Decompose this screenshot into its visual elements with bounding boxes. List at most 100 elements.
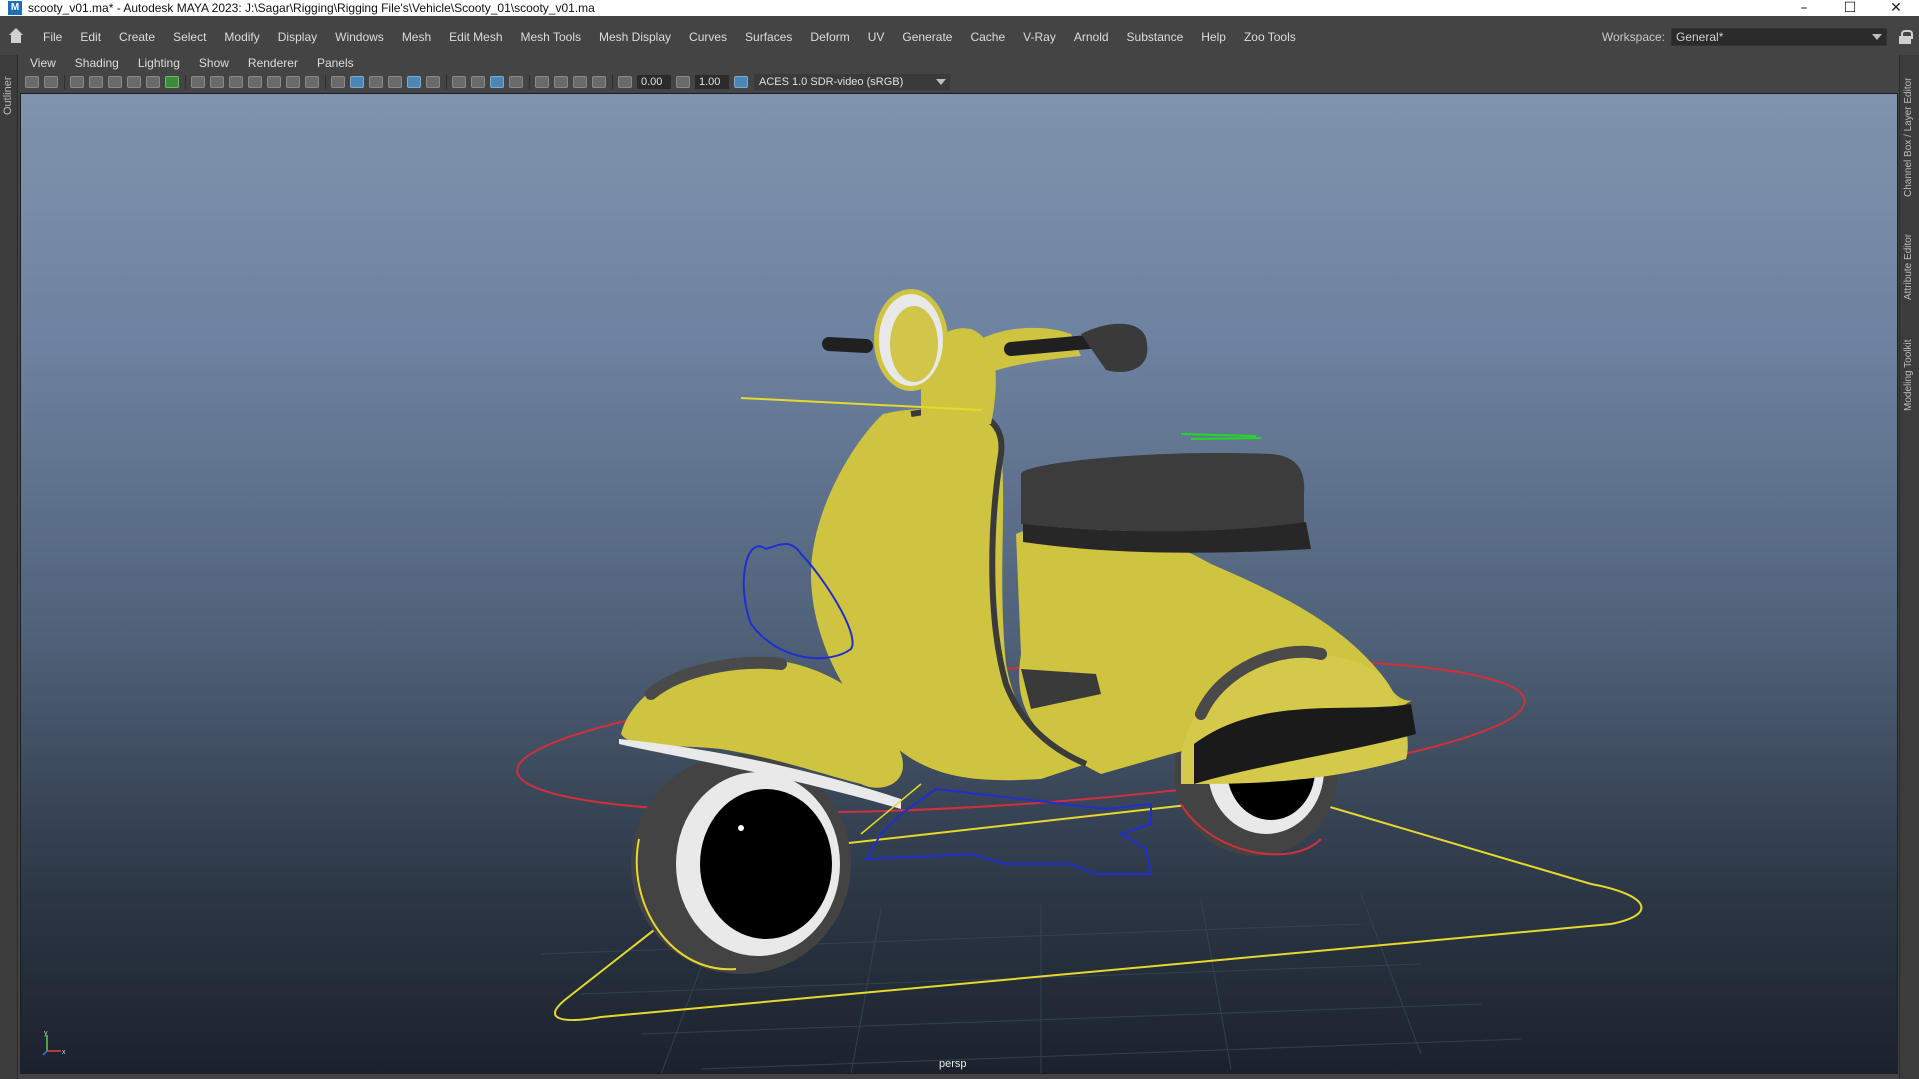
left-handle-grip[interactable]	[822, 337, 873, 353]
chevron-down-icon	[1872, 34, 1882, 40]
grid-line	[1360, 893, 1422, 1055]
motion-blur-icon[interactable]	[573, 76, 587, 88]
camera-name-label: persp	[939, 1058, 967, 1070]
exposure-icon[interactable]	[618, 76, 632, 88]
toolbar-separator	[185, 75, 186, 89]
xray-icon[interactable]	[452, 76, 466, 88]
image-plane-icon[interactable]	[108, 76, 122, 88]
grid-icon[interactable]	[191, 76, 205, 88]
view-axis-gizmo: y x	[39, 1029, 69, 1059]
safe-action-icon[interactable]	[286, 76, 300, 88]
window-title: scooty_v01.ma* - Autodesk MAYA 2023: J:\…	[28, 1, 595, 15]
menu-modify[interactable]: Modify	[215, 30, 268, 44]
ambient-occlusion-icon[interactable]	[554, 76, 568, 88]
2d-pan-zoom-icon[interactable]	[127, 76, 141, 88]
menu-mesh-display[interactable]: Mesh Display	[590, 30, 680, 44]
smooth-shade-icon[interactable]	[350, 76, 364, 88]
menu-generate[interactable]: Generate	[893, 30, 961, 44]
panel-menu-lighting[interactable]: Lighting	[128, 56, 189, 70]
menu-zoo-tools[interactable]: Zoo Tools	[1235, 30, 1305, 44]
resolution-gate-icon[interactable]	[229, 76, 243, 88]
panel-menu-view[interactable]: View	[20, 56, 65, 70]
isolate-select-icon[interactable]	[490, 76, 504, 88]
toolbar-separator	[612, 75, 613, 89]
grid-line	[700, 1038, 1522, 1070]
modeling-toolkit-tab[interactable]: Modeling Toolkit	[1903, 339, 1914, 411]
attribute-editor-tab[interactable]: Attribute Editor	[1903, 234, 1914, 300]
menu-vray[interactable]: V-Ray	[1014, 30, 1065, 44]
menu-windows[interactable]: Windows	[326, 30, 393, 44]
lock-camera-icon[interactable]	[44, 76, 58, 88]
home-icon[interactable]	[7, 28, 25, 46]
left-side-strip: Outliner	[0, 55, 18, 1079]
film-gate-icon[interactable]	[210, 76, 224, 88]
grease-pencil-active-icon[interactable]	[165, 76, 179, 88]
grid-line	[1200, 898, 1232, 1070]
grease-pencil-icon[interactable]	[146, 76, 160, 88]
seat[interactable]	[1021, 453, 1305, 532]
gamma-field[interactable]: 1.00	[695, 75, 729, 89]
camera-attributes-icon[interactable]	[70, 76, 84, 88]
close-button[interactable]: ✕	[1873, 0, 1919, 16]
gate-mask-icon[interactable]	[248, 76, 262, 88]
menu-surfaces[interactable]: Surfaces	[736, 30, 801, 44]
xray-joints-icon[interactable]	[471, 76, 485, 88]
gamma-icon[interactable]	[676, 76, 690, 88]
menu-arnold[interactable]: Arnold	[1065, 30, 1118, 44]
panel-menu-shading[interactable]: Shading	[65, 56, 128, 70]
menu-file[interactable]: File	[34, 30, 71, 44]
menu-help[interactable]: Help	[1192, 30, 1235, 44]
menu-mesh[interactable]: Mesh	[393, 30, 440, 44]
menu-substance[interactable]: Substance	[1118, 30, 1193, 44]
minimize-button[interactable]: –	[1781, 0, 1827, 16]
field-chart-icon[interactable]	[267, 76, 281, 88]
channel-box-tab[interactable]: Channel Box / Layer Editor	[1903, 77, 1914, 197]
front-hub	[700, 789, 832, 939]
exposure-field[interactable]: 0.00	[637, 75, 671, 89]
color-management-icon[interactable]	[734, 76, 748, 88]
bookmark-icon[interactable]	[89, 76, 103, 88]
seat-controller-curve[interactable]	[1180, 433, 1262, 440]
menu-mesh-tools[interactable]: Mesh Tools	[512, 30, 590, 44]
menu-edit-mesh[interactable]: Edit Mesh	[440, 30, 511, 44]
select-camera-icon[interactable]	[25, 76, 39, 88]
wireframe-on-shaded-icon[interactable]	[369, 76, 383, 88]
safe-title-icon[interactable]	[305, 76, 319, 88]
backface-culling-icon[interactable]	[509, 76, 523, 88]
textured-icon[interactable]	[388, 76, 402, 88]
maximize-button[interactable]: ☐	[1827, 0, 1873, 16]
axis-icon: y x	[42, 1030, 66, 1056]
chevron-down-icon	[936, 79, 946, 85]
front-wheel[interactable]	[631, 754, 851, 974]
select-tool-icon[interactable]	[535, 76, 549, 88]
axis-y-label: y	[44, 1030, 48, 1037]
panel-menu-show[interactable]: Show	[189, 56, 238, 70]
perspective-viewport[interactable]: y x persp	[20, 93, 1898, 1074]
panel-menu-panels[interactable]: Panels	[307, 56, 363, 70]
toolbar-separator	[529, 75, 530, 89]
menu-edit[interactable]: Edit	[71, 30, 110, 44]
lock-icon[interactable]	[1899, 30, 1913, 44]
wireframe-icon[interactable]	[331, 76, 345, 88]
rear-body[interactable]	[1016, 524, 1416, 784]
workspace-dropdown[interactable]: General*	[1671, 28, 1887, 46]
toolbar-separator	[64, 75, 65, 89]
menu-cache[interactable]: Cache	[961, 30, 1014, 44]
scene-drawing	[516, 289, 1643, 1073]
panel-menu-renderer[interactable]: Renderer	[238, 56, 307, 70]
menu-curves[interactable]: Curves	[680, 30, 736, 44]
shadows-icon[interactable]	[426, 76, 440, 88]
floor-blue-controller[interactable]	[864, 787, 1153, 875]
right-brake-lever	[1081, 323, 1148, 373]
menu-select[interactable]: Select	[164, 30, 215, 44]
anti-aliasing-icon[interactable]	[592, 76, 606, 88]
menu-deform[interactable]: Deform	[801, 30, 858, 44]
maya-app-icon: M	[8, 1, 22, 15]
outliner-tab[interactable]: Outliner	[2, 76, 14, 115]
main-menu-bar: File Edit Create Select Modify Display W…	[0, 19, 1919, 55]
menu-display[interactable]: Display	[269, 30, 326, 44]
menu-uv[interactable]: UV	[859, 30, 894, 44]
default-lighting-icon[interactable]	[407, 76, 421, 88]
menu-create[interactable]: Create	[110, 30, 164, 44]
view-transform-dropdown[interactable]: ACES 1.0 SDR-video (sRGB)	[754, 74, 950, 90]
